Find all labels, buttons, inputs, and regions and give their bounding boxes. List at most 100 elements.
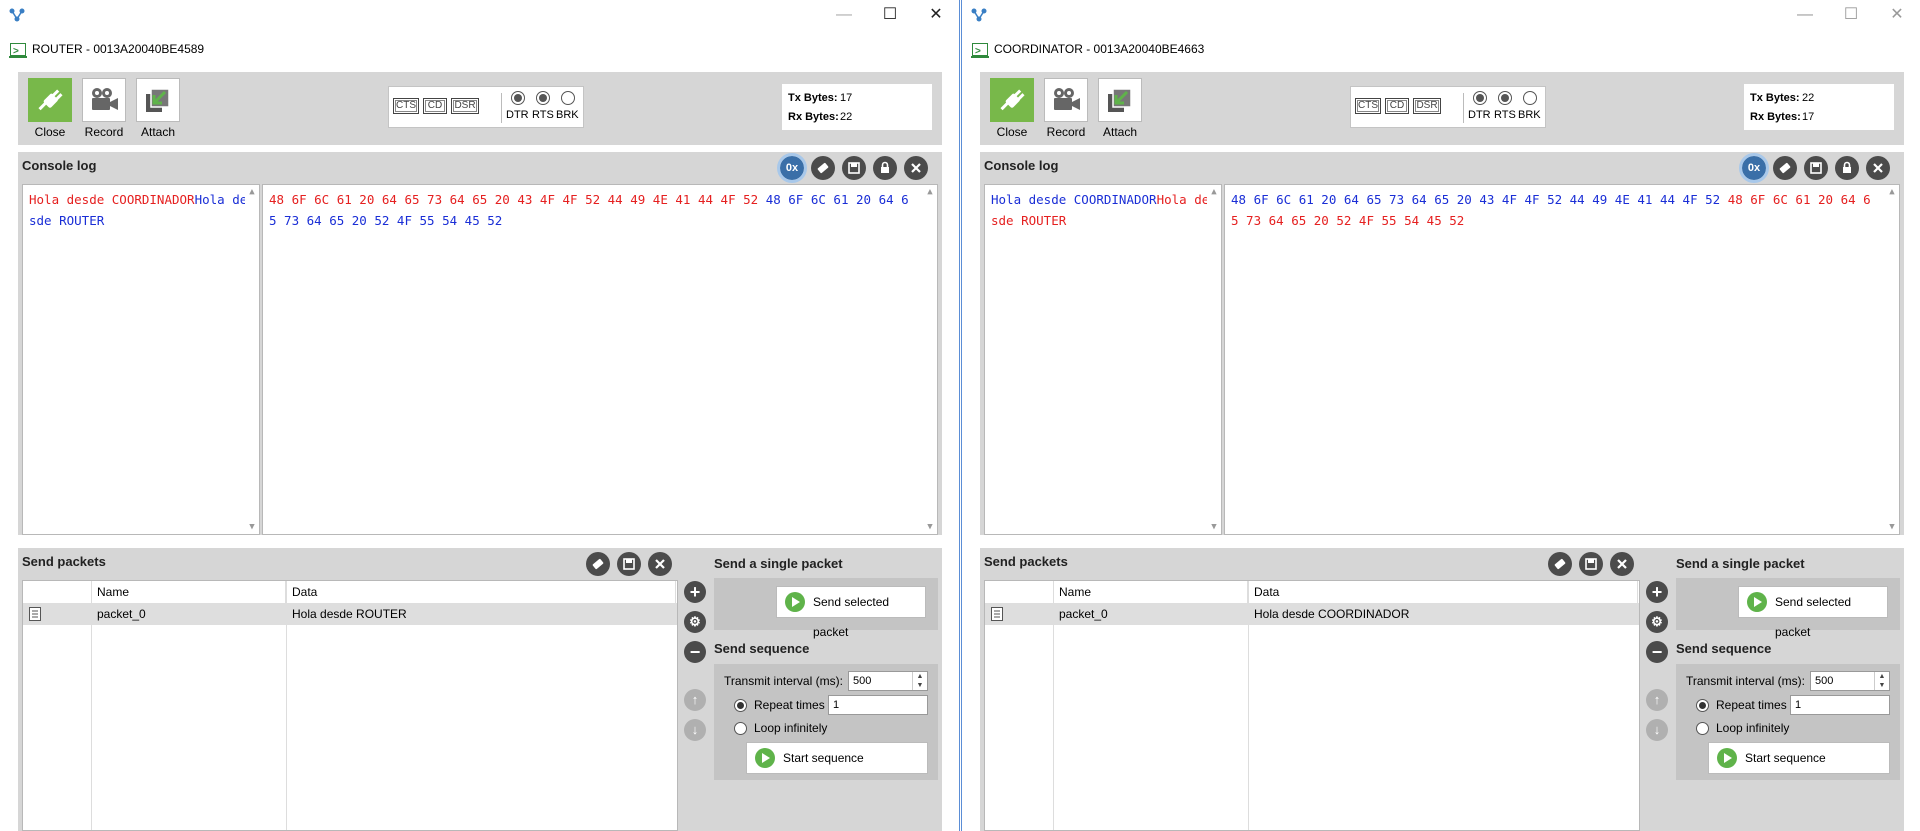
single-packet-title: Send a single packet <box>1676 556 1805 571</box>
close-icon <box>655 559 665 569</box>
add-packet-button[interactable]: + <box>684 581 706 603</box>
hex-log-pane[interactable]: 48 6F 6C 61 20 64 65 73 64 65 20 43 4F 4… <box>1224 184 1900 535</box>
close-window-button[interactable]: ✕ <box>1874 0 1920 30</box>
transmit-interval-input[interactable]: 500 ▲ ▼ <box>1810 671 1890 691</box>
ascii-scrollbar[interactable]: ▲ ▼ <box>245 185 259 534</box>
maximize-button[interactable]: ☐ <box>867 0 913 30</box>
save-console-button[interactable] <box>842 156 866 180</box>
record-button[interactable]: Record <box>1044 78 1088 139</box>
column-header-data[interactable]: Data <box>286 581 676 603</box>
repeat-times-radio[interactable] <box>734 699 747 712</box>
log-segment: 48 6F 6C 61 20 64 65 73 64 65 20 43 4F 4… <box>1231 192 1721 207</box>
column-header-name[interactable]: Name <box>1053 581 1248 603</box>
move-up-button[interactable]: ↑ <box>1646 689 1668 711</box>
clear-packets-button[interactable] <box>586 552 610 576</box>
minimize-button[interactable]: — <box>821 0 867 30</box>
rts-toggle[interactable] <box>536 91 550 105</box>
brk-toggle[interactable] <box>1523 91 1537 105</box>
packet-name-cell: packet_0 <box>1059 607 1108 621</box>
loop-infinitely-radio[interactable] <box>734 722 747 735</box>
packets-table: Name Data packet_0 Hola desde ROUTER <box>22 580 678 831</box>
move-down-button[interactable]: ↓ <box>1646 719 1668 741</box>
send-selected-packet-button[interactable]: Send selected packet <box>1738 586 1888 639</box>
hex-view-button[interactable]: 0x <box>777 153 807 183</box>
lock-console-button[interactable] <box>873 156 897 180</box>
send-sequence-title: Send sequence <box>1676 641 1772 656</box>
repeat-times-input[interactable]: 1 <box>1790 695 1890 715</box>
remove-packet-button[interactable]: − <box>684 641 706 663</box>
repeat-times-radio[interactable] <box>1696 699 1709 712</box>
close-packets-button[interactable] <box>1610 552 1634 576</box>
attach-button[interactable]: Attach <box>1098 78 1142 139</box>
record-button[interactable]: Record <box>82 78 126 139</box>
cts-indicator: CTS <box>393 98 419 114</box>
move-up-button[interactable]: ↑ <box>684 689 706 711</box>
dtr-toggle[interactable] <box>511 91 525 105</box>
edit-packet-button[interactable]: ⚙ <box>684 611 706 633</box>
packet-data-cell: Hola desde COORDINADOR <box>1254 607 1410 621</box>
single-packet-panel: Send selected packet <box>1676 578 1900 639</box>
close-connection-button[interactable]: Close <box>28 78 72 139</box>
start-sequence-label: Start sequence <box>783 751 864 765</box>
window-titlebar[interactable]: — ☐ ✕ <box>0 0 959 30</box>
hex-scrollbar[interactable]: ▲ ▼ <box>1885 185 1899 534</box>
save-packets-button[interactable] <box>1579 552 1603 576</box>
column-header-data[interactable]: Data <box>1248 581 1638 603</box>
clear-console-button[interactable] <box>1773 156 1797 180</box>
interval-spinner[interactable]: ▲ ▼ <box>912 672 927 690</box>
close-console-button[interactable] <box>904 156 928 180</box>
table-row[interactable]: packet_0 Hola desde ROUTER <box>23 603 677 625</box>
edit-packet-button[interactable]: ⚙ <box>1646 611 1668 633</box>
save-packets-button[interactable] <box>617 552 641 576</box>
console-log-title: Console log <box>22 158 97 173</box>
log-segment: 48 6F 6C 61 20 64 65 73 64 65 20 43 4F 4… <box>269 192 759 207</box>
table-row[interactable]: packet_0 Hola desde COORDINADOR <box>985 603 1639 625</box>
column-header-name[interactable]: Name <box>91 581 286 603</box>
eraser-icon <box>1554 558 1566 570</box>
clear-console-button[interactable] <box>811 156 835 180</box>
hex-log-pane[interactable]: 48 6F 6C 61 20 64 65 73 64 65 20 43 4F 4… <box>262 184 938 535</box>
rx-bytes-value: 22 <box>840 111 853 123</box>
tx-bytes-label: Tx Bytes: <box>788 92 838 104</box>
dtr-toggle[interactable] <box>1473 91 1487 105</box>
ascii-log-text: Hola desde COORDINADORHola desde ROUTER <box>991 189 1215 231</box>
hex-view-button[interactable]: 0x <box>1739 153 1769 183</box>
start-sequence-button[interactable]: Start sequence <box>746 742 928 774</box>
ascii-log-pane[interactable]: Hola desde COORDINADORHola desde ROUTER … <box>22 184 260 535</box>
save-console-button[interactable] <box>1804 156 1828 180</box>
loop-infinitely-label: Loop infinitely <box>1716 721 1790 735</box>
send-selected-packet-button[interactable]: Send selected packet <box>776 586 926 639</box>
remove-packet-button[interactable]: − <box>1646 641 1668 663</box>
tx-bytes-value: 22 <box>1802 92 1815 104</box>
rx-bytes-row: Rx Bytes:22 <box>788 109 852 125</box>
hex-scrollbar[interactable]: ▲ ▼ <box>923 185 937 534</box>
close-window-button[interactable]: ✕ <box>913 0 959 30</box>
rts-toggle[interactable] <box>1498 91 1512 105</box>
transmit-interval-input[interactable]: 500 ▲ ▼ <box>848 671 928 691</box>
minimize-button[interactable]: — <box>1782 0 1828 30</box>
ascii-log-pane[interactable]: Hola desde COORDINADORHola desde ROUTER … <box>984 184 1222 535</box>
close-packets-button[interactable] <box>648 552 672 576</box>
loop-infinitely-radio[interactable] <box>1696 722 1709 735</box>
play-icon <box>1747 592 1767 612</box>
interval-spinner[interactable]: ▲ ▼ <box>1874 672 1889 690</box>
left-console-window: — ☐ ✕ ROUTER - 0013A20040BE4589 Close Re… <box>0 0 960 831</box>
brk-toggle[interactable] <box>561 91 575 105</box>
close-connection-button[interactable]: Close <box>990 78 1034 139</box>
close-console-button[interactable] <box>1866 156 1890 180</box>
add-packet-button[interactable]: + <box>1646 581 1668 603</box>
window-titlebar[interactable]: — ☐ ✕ <box>962 0 1920 30</box>
scroll-up-icon: ▲ <box>927 187 933 197</box>
ascii-scrollbar[interactable]: ▲ ▼ <box>1207 185 1221 534</box>
save-icon <box>1810 162 1822 174</box>
maximize-button[interactable]: ☐ <box>1828 0 1874 30</box>
attach-button[interactable]: Attach <box>136 78 180 139</box>
clear-packets-button[interactable] <box>1548 552 1572 576</box>
start-sequence-button[interactable]: Start sequence <box>1708 742 1890 774</box>
lock-console-button[interactable] <box>1835 156 1859 180</box>
packet-data-cell: Hola desde ROUTER <box>292 607 407 621</box>
packet-icon <box>991 607 1003 621</box>
repeat-times-input[interactable]: 1 <box>828 695 928 715</box>
move-down-button[interactable]: ↓ <box>684 719 706 741</box>
hex-log-text: 48 6F 6C 61 20 64 65 73 64 65 20 43 4F 4… <box>1231 189 1893 231</box>
